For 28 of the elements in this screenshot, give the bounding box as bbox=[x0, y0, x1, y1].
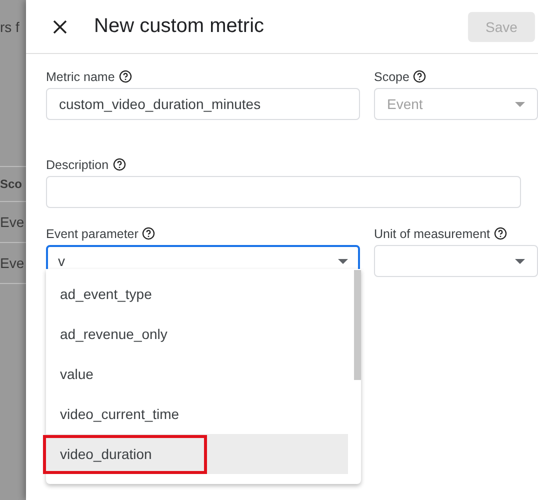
dropdown-caret-icon bbox=[515, 102, 525, 106]
field-label: Scope bbox=[374, 70, 410, 84]
dropdown-caret-icon bbox=[515, 258, 525, 264]
scrollbar-thumb[interactable] bbox=[354, 270, 361, 380]
close-button[interactable] bbox=[52, 18, 68, 34]
select-field[interactable] bbox=[374, 245, 538, 277]
field-label: Unit of measurement bbox=[374, 226, 490, 240]
menu-item[interactable]: video_current_time bbox=[46, 394, 348, 434]
menu-item[interactable]: video_duration bbox=[46, 434, 348, 474]
backdrop-title: rs f bbox=[0, 19, 20, 35]
backdrop-table-cell: Eve bbox=[0, 255, 24, 271]
field-label: Metric name bbox=[46, 70, 115, 84]
help-icon[interactable] bbox=[112, 158, 126, 171]
input-field[interactable]: custom_video_duration_minutes bbox=[46, 88, 360, 120]
field-label: Description bbox=[46, 158, 109, 172]
dialog-title: New custom metric bbox=[94, 15, 266, 38]
help-icon[interactable] bbox=[413, 70, 426, 83]
menu-item[interactable]: ad_revenue_only bbox=[46, 314, 348, 354]
help-icon[interactable] bbox=[142, 227, 156, 240]
backdrop-table-cell: Eve bbox=[0, 214, 24, 230]
field-label: Event parameter bbox=[46, 226, 138, 240]
menu-item[interactable]: value bbox=[46, 354, 348, 394]
dropdown-caret-icon bbox=[338, 258, 348, 264]
help-icon[interactable] bbox=[494, 227, 508, 240]
help-icon[interactable] bbox=[118, 70, 132, 83]
backdrop-column-header: Sco bbox=[0, 177, 22, 191]
input-field[interactable] bbox=[46, 176, 521, 208]
menu-item[interactable]: ad_event_type bbox=[46, 274, 348, 314]
